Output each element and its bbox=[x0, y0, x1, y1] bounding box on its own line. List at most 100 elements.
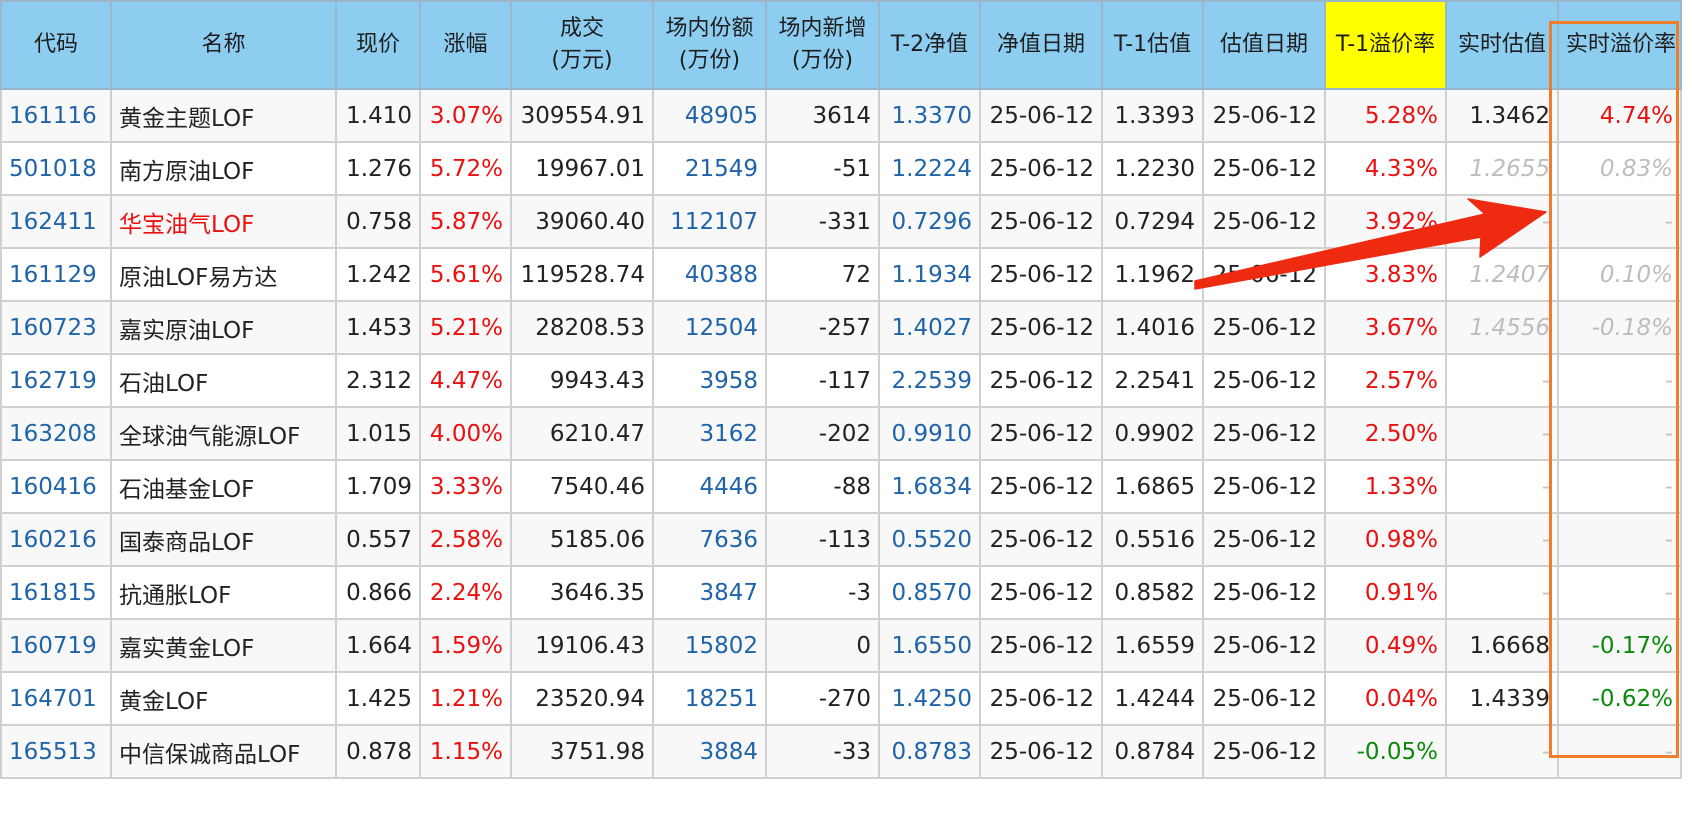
turnover-cell: 19106.43 bbox=[510, 618, 654, 673]
est-date-cell: 25-06-12 bbox=[1202, 671, 1326, 726]
shares-link[interactable]: 7636 bbox=[652, 512, 767, 567]
shares-link[interactable]: 3884 bbox=[652, 724, 767, 779]
est-t1-cell: 0.8784 bbox=[1101, 724, 1204, 779]
nav-t2-link[interactable]: 0.7296 bbox=[878, 194, 981, 249]
fund-name[interactable]: 黄金LOF bbox=[110, 671, 337, 726]
est-t1-cell: 1.4244 bbox=[1101, 671, 1204, 726]
fund-name[interactable]: 华宝油气LOF bbox=[110, 194, 337, 249]
nav-t2-link[interactable]: 1.3370 bbox=[878, 88, 981, 143]
fund-name[interactable]: 嘉实黄金LOF bbox=[110, 618, 337, 673]
col-header-change[interactable]: 涨幅 bbox=[419, 0, 512, 90]
realtime-premium-cell: - bbox=[1557, 194, 1682, 249]
table-row: 160416 石油基金LOF 1.709 3.33% 7540.46 4446 -88 1.6… bbox=[0, 459, 1682, 514]
nav-t2-link[interactable]: 1.4250 bbox=[878, 671, 981, 726]
price-cell: 1.242 bbox=[335, 247, 421, 302]
fund-name[interactable]: 石油LOF bbox=[110, 353, 337, 408]
nav-t2-link[interactable]: 0.8783 bbox=[878, 724, 981, 779]
change-cell: 1.21% bbox=[419, 671, 512, 726]
shares-link[interactable]: 3958 bbox=[652, 353, 767, 408]
fund-code-link[interactable]: 160416 bbox=[0, 459, 112, 514]
fund-code-link[interactable]: 162719 bbox=[0, 353, 112, 408]
col-header-new-shares[interactable]: 场内新增 (万份) bbox=[765, 0, 880, 90]
fund-name[interactable]: 南方原油LOF bbox=[110, 141, 337, 196]
fund-code-link[interactable]: 160723 bbox=[0, 300, 112, 355]
shares-link[interactable]: 15802 bbox=[652, 618, 767, 673]
shares-link[interactable]: 112107 bbox=[652, 194, 767, 249]
est-t1-cell: 0.9902 bbox=[1101, 406, 1204, 461]
col-header-name[interactable]: 名称 bbox=[110, 0, 337, 90]
turnover-cell: 309554.91 bbox=[510, 88, 654, 143]
shares-link[interactable]: 40388 bbox=[652, 247, 767, 302]
nav-date-cell: 25-06-12 bbox=[979, 671, 1103, 726]
fund-name[interactable]: 嘉实原油LOF bbox=[110, 300, 337, 355]
nav-t2-link[interactable]: 0.8570 bbox=[878, 565, 981, 620]
fund-code-link[interactable]: 162411 bbox=[0, 194, 112, 249]
col-header-realtime-premium[interactable]: 实时溢价率 bbox=[1557, 0, 1682, 90]
fund-code-link[interactable]: 161116 bbox=[0, 88, 112, 143]
nav-t2-link[interactable]: 1.1934 bbox=[878, 247, 981, 302]
table-row: 164701 黄金LOF 1.425 1.21% 23520.94 18251 -270 1.… bbox=[0, 671, 1682, 726]
col-header-nav-date[interactable]: 净值日期 bbox=[979, 0, 1103, 90]
col-header-nav-t2[interactable]: T-2净值 bbox=[878, 0, 981, 90]
fund-name[interactable]: 原油LOF易方达 bbox=[110, 247, 337, 302]
shares-link[interactable]: 3162 bbox=[652, 406, 767, 461]
fund-code-link[interactable]: 163208 bbox=[0, 406, 112, 461]
realtime-premium-cell: - bbox=[1557, 406, 1682, 461]
col-header-turnover[interactable]: 成交 (万元) bbox=[510, 0, 654, 90]
nav-t2-link[interactable]: 0.9910 bbox=[878, 406, 981, 461]
fund-code-link[interactable]: 160216 bbox=[0, 512, 112, 567]
premium-t1-cell: 0.91% bbox=[1324, 565, 1447, 620]
realtime-est-cell: 1.3462 bbox=[1445, 88, 1559, 143]
fund-name[interactable]: 国泰商品LOF bbox=[110, 512, 337, 567]
premium-t1-cell: 0.98% bbox=[1324, 512, 1447, 567]
est-date-cell: 25-06-12 bbox=[1202, 194, 1326, 249]
shares-link[interactable]: 4446 bbox=[652, 459, 767, 514]
est-t1-cell: 0.5516 bbox=[1101, 512, 1204, 567]
fund-code-link[interactable]: 501018 bbox=[0, 141, 112, 196]
col-header-price[interactable]: 现价 bbox=[335, 0, 421, 90]
est-date-cell: 25-06-12 bbox=[1202, 724, 1326, 779]
change-cell: 3.07% bbox=[419, 88, 512, 143]
col-header-realtime-est[interactable]: 实时估值 bbox=[1445, 0, 1559, 90]
est-date-cell: 25-06-12 bbox=[1202, 565, 1326, 620]
fund-code-link[interactable]: 161129 bbox=[0, 247, 112, 302]
col-header-premium-t1[interactable]: T-1溢价率 bbox=[1324, 0, 1447, 90]
shares-link[interactable]: 21549 bbox=[652, 141, 767, 196]
shares-link[interactable]: 18251 bbox=[652, 671, 767, 726]
fund-code-link[interactable]: 161815 bbox=[0, 565, 112, 620]
turnover-cell: 28208.53 bbox=[510, 300, 654, 355]
realtime-premium-cell: - bbox=[1557, 565, 1682, 620]
est-date-cell: 25-06-12 bbox=[1202, 88, 1326, 143]
fund-name[interactable]: 抗通胀LOF bbox=[110, 565, 337, 620]
table-row: 160719 嘉实黄金LOF 1.664 1.59% 19106.43 15802 0 1.6… bbox=[0, 618, 1682, 673]
col-header-code[interactable]: 代码 bbox=[0, 0, 112, 90]
shares-link[interactable]: 48905 bbox=[652, 88, 767, 143]
col-header-shares[interactable]: 场内份额 (万份) bbox=[652, 0, 767, 90]
fund-name[interactable]: 中信保诚商品LOF bbox=[110, 724, 337, 779]
col-header-est-t1[interactable]: T-1估值 bbox=[1101, 0, 1204, 90]
realtime-est-cell: 1.4556 bbox=[1445, 300, 1559, 355]
fund-code-link[interactable]: 160719 bbox=[0, 618, 112, 673]
shares-link[interactable]: 3847 bbox=[652, 565, 767, 620]
nav-t2-link[interactable]: 1.2224 bbox=[878, 141, 981, 196]
shares-link[interactable]: 12504 bbox=[652, 300, 767, 355]
nav-t2-link[interactable]: 2.2539 bbox=[878, 353, 981, 408]
fund-code-link[interactable]: 165513 bbox=[0, 724, 112, 779]
nav-t2-link[interactable]: 0.5520 bbox=[878, 512, 981, 567]
nav-t2-link[interactable]: 1.6834 bbox=[878, 459, 981, 514]
nav-date-cell: 25-06-12 bbox=[979, 88, 1103, 143]
fund-code-link[interactable]: 164701 bbox=[0, 671, 112, 726]
realtime-est-cell: - bbox=[1445, 353, 1559, 408]
col-header-est-date[interactable]: 估值日期 bbox=[1202, 0, 1326, 90]
table-row: 163208 全球油气能源LOF 1.015 4.00% 6210.47 3162 -202… bbox=[0, 406, 1682, 461]
fund-name[interactable]: 黄金主题LOF bbox=[110, 88, 337, 143]
premium-t1-cell: 5.28% bbox=[1324, 88, 1447, 143]
realtime-premium-cell: - bbox=[1557, 459, 1682, 514]
fund-name[interactable]: 石油基金LOF bbox=[110, 459, 337, 514]
turnover-cell: 39060.40 bbox=[510, 194, 654, 249]
turnover-cell: 119528.74 bbox=[510, 247, 654, 302]
nav-t2-link[interactable]: 1.4027 bbox=[878, 300, 981, 355]
fund-name[interactable]: 全球油气能源LOF bbox=[110, 406, 337, 461]
premium-t1-cell: 3.67% bbox=[1324, 300, 1447, 355]
nav-t2-link[interactable]: 1.6550 bbox=[878, 618, 981, 673]
